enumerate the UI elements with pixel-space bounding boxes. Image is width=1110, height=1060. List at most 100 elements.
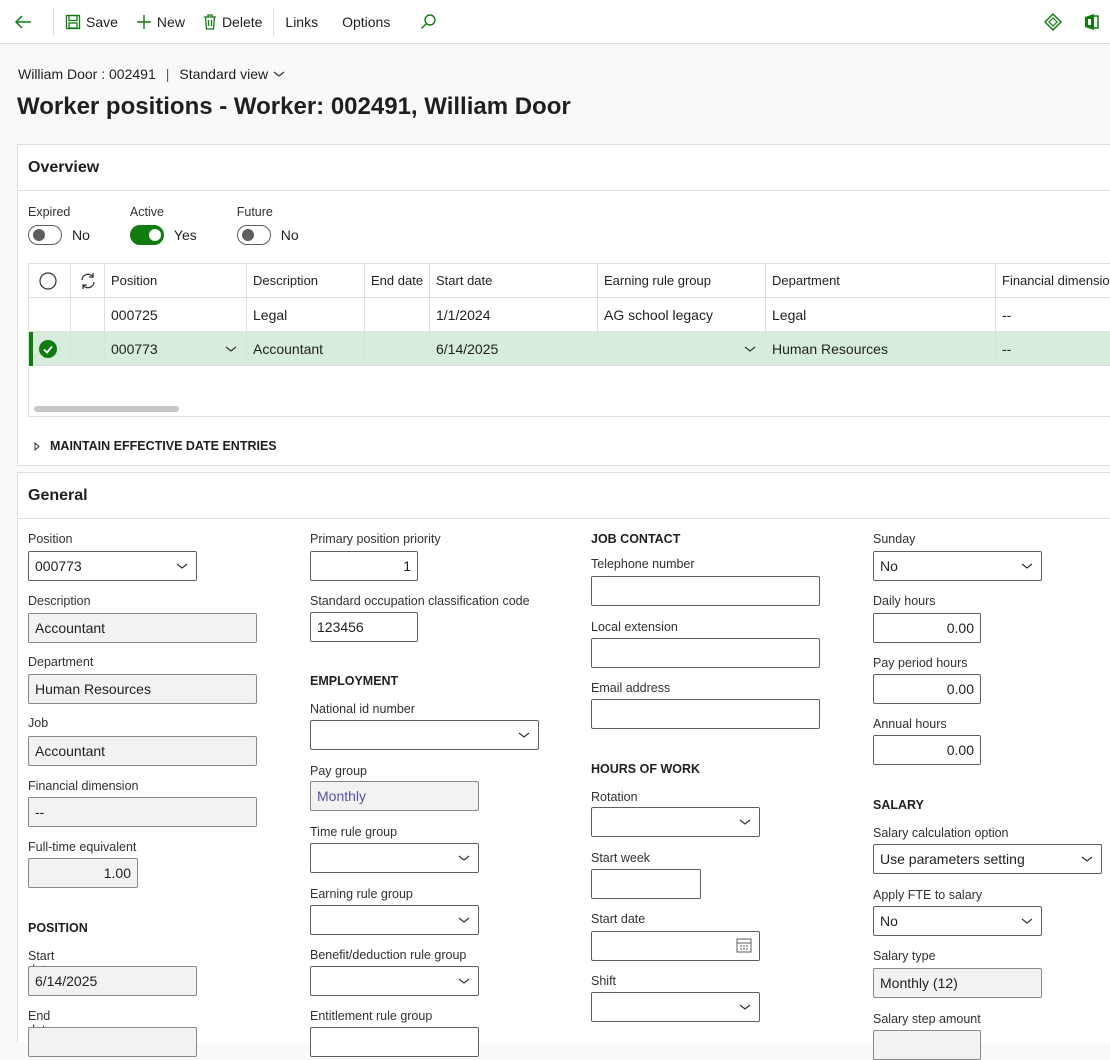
cell-financial-dimension[interactable]: -- [996, 298, 1110, 332]
chevron-down-icon [176, 563, 188, 569]
toolbar-divider [53, 7, 54, 36]
local-extension-label: Local extension [591, 620, 678, 634]
cell-earning-rule-group[interactable] [598, 332, 766, 366]
cell-end-date[interactable] [365, 298, 430, 332]
salary-type-label: Salary type [873, 949, 936, 963]
cell-start-date[interactable]: 6/14/2025 [430, 332, 598, 366]
time-rule-dropdown[interactable] [310, 843, 479, 873]
horizontal-scrollbar[interactable] [34, 406, 179, 412]
cell-position[interactable]: 000773 [105, 332, 247, 366]
employment-section-heading: EMPLOYMENT [310, 674, 399, 688]
chevron-down-icon [1081, 856, 1093, 862]
back-button[interactable] [0, 0, 51, 44]
soc-field[interactable]: 123456 [310, 612, 418, 642]
chevron-down-icon [225, 346, 237, 352]
chevron-down-icon [744, 346, 756, 352]
financial-dimension-field[interactable]: -- [28, 797, 257, 827]
start-date-field[interactable]: 6/14/2025 [28, 966, 197, 996]
cell-position-value: 000773 [111, 341, 158, 357]
start-week-field[interactable] [591, 869, 701, 899]
calendar-icon[interactable] [736, 932, 752, 960]
cell-description[interactable]: Accountant [247, 332, 365, 366]
hours-start-date-label: Start date [591, 912, 646, 926]
department-field[interactable]: Human Resources [28, 674, 257, 704]
office-icon[interactable] [1084, 13, 1100, 31]
shift-dropdown[interactable] [591, 992, 760, 1022]
pay-period-hours-field[interactable]: 0.00 [873, 674, 981, 704]
salary-type-field[interactable]: Monthly (12) [873, 968, 1042, 998]
chevron-down-icon [739, 819, 751, 825]
maintain-effective-date-toggle[interactable]: MAINTAIN EFFECTIVE DATE ENTRIES [34, 439, 277, 453]
earning-rule-dropdown[interactable] [310, 905, 479, 935]
salary-step-field[interactable] [873, 1030, 981, 1060]
options-button[interactable]: Options [333, 0, 399, 44]
sunday-dropdown[interactable]: No [873, 551, 1042, 581]
refresh-button[interactable] [71, 264, 105, 298]
column-header-earning-rule-group[interactable]: Earning rule group [598, 264, 766, 298]
hours-start-date-field[interactable] [591, 931, 760, 961]
cell-department[interactable]: Legal [766, 298, 996, 332]
fte-field[interactable]: 1.00 [28, 858, 138, 888]
cell-earning-rule-group[interactable]: AG school legacy [598, 298, 766, 332]
column-header-position[interactable]: Position [105, 264, 247, 298]
entitlement-rule-label: Entitlement rule group [310, 1009, 433, 1023]
active-toggle[interactable] [129, 225, 164, 245]
end-date-field[interactable] [28, 1027, 197, 1057]
save-button[interactable]: Save [56, 0, 127, 44]
table-row-selected[interactable]: 000773 Accountant 6/14/2025 Human Resour… [29, 332, 1110, 366]
row-selector[interactable] [29, 332, 71, 366]
column-header-financial-dimension[interactable]: Financial dimension [996, 264, 1110, 298]
chevron-down-icon [1021, 563, 1033, 569]
cell-position[interactable]: 000725 [105, 298, 247, 332]
new-button[interactable]: New [127, 0, 194, 44]
salary-calculation-dropdown[interactable]: Use parameters setting [873, 844, 1102, 874]
benefit-rule-dropdown[interactable] [310, 966, 479, 996]
overview-header[interactable]: Overview [18, 145, 1110, 191]
search-button[interactable] [411, 0, 451, 44]
row-selector[interactable] [29, 298, 71, 332]
pay-group-field[interactable]: Monthly [310, 781, 479, 811]
priority-field[interactable]: 1 [310, 551, 418, 581]
general-header[interactable]: General [18, 473, 1110, 519]
column-header-start-date[interactable]: Start date [430, 264, 598, 298]
apply-fte-value: No [880, 913, 898, 929]
annual-hours-field[interactable]: 0.00 [873, 735, 981, 765]
apply-fte-dropdown[interactable]: No [873, 906, 1042, 936]
view-selector[interactable]: Standard view [179, 66, 286, 82]
column-header-description[interactable]: Description [247, 264, 365, 298]
job-field[interactable]: Accountant [28, 736, 257, 766]
expired-toggle[interactable] [28, 225, 62, 245]
entitlement-rule-dropdown[interactable] [310, 1027, 479, 1057]
overview-title: Overview [28, 158, 100, 176]
cell-description[interactable]: Legal [247, 298, 365, 332]
power-apps-icon[interactable] [1044, 13, 1062, 31]
links-button[interactable]: Links [276, 0, 327, 44]
cell-start-date[interactable]: 1/1/2024 [430, 298, 598, 332]
column-header-department[interactable]: Department [766, 264, 996, 298]
chevron-down-icon [1021, 918, 1033, 924]
position-dropdown[interactable]: 000773 [28, 551, 197, 581]
email-field[interactable] [591, 699, 820, 729]
future-toggle[interactable] [236, 225, 271, 245]
delete-button[interactable]: Delete [194, 0, 271, 44]
job-label: Job [28, 716, 49, 730]
delete-label: Delete [221, 13, 263, 30]
cell-end-date[interactable] [365, 332, 430, 366]
daily-hours-field[interactable]: 0.00 [873, 613, 981, 643]
national-id-dropdown[interactable] [310, 720, 539, 750]
positions-grid: Position Description End date Start date… [28, 263, 1110, 417]
column-header-end-date[interactable]: End date [365, 264, 430, 298]
toggle-value: No [280, 227, 299, 243]
rotation-dropdown[interactable] [591, 807, 760, 837]
select-all-checkbox[interactable] [29, 264, 71, 298]
cell-financial-dimension[interactable]: -- [996, 332, 1110, 366]
department-label: Department [28, 655, 94, 669]
telephone-field[interactable] [591, 576, 820, 606]
description-field[interactable]: Accountant [28, 613, 257, 643]
table-row[interactable]: 000725 Legal 1/1/2024 AG school legacy L… [29, 298, 1110, 332]
row-spacer [71, 332, 105, 366]
save-label: Save [86, 13, 118, 30]
status-filters: Expired No Active Yes Future No [28, 203, 339, 245]
local-extension-field[interactable] [591, 638, 820, 668]
cell-department[interactable]: Human Resources [766, 332, 996, 366]
